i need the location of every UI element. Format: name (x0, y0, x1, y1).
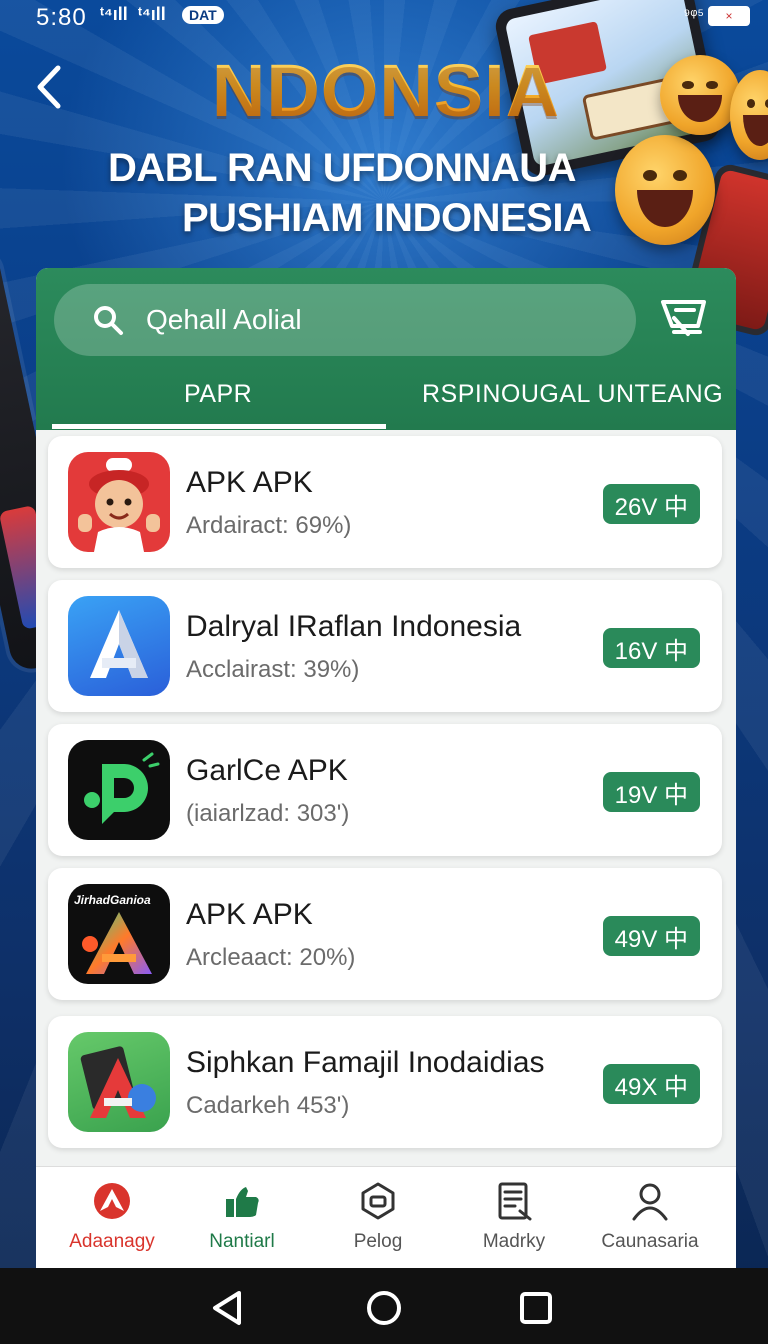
chevron-left-icon (37, 65, 61, 109)
tab-papr[interactable]: PAPR (184, 380, 252, 409)
signal-icon: ᵗ⁴ıll (100, 4, 128, 24)
app-price-button[interactable]: 49X 中 (602, 1064, 700, 1104)
status-right-text: ⁹ᵠ⁵ (683, 7, 704, 24)
search-input[interactable] (146, 304, 526, 336)
hand-icon (226, 1187, 259, 1217)
nav-item-nantiarl[interactable]: Nantiarl (172, 1167, 312, 1269)
laughing-emoji-icon (660, 55, 740, 135)
app-meta: Acclairast: 39%) (186, 656, 360, 683)
laughing-emoji-icon (615, 135, 715, 245)
green-letter-d-app-icon (68, 740, 170, 840)
system-recents-button[interactable] (516, 1288, 556, 1328)
app-name: Siphkan Famajil Inodaidias (186, 1046, 545, 1079)
triangle-back-icon (213, 1291, 241, 1325)
gradient-letter-a-app-icon: JirhadGanioa (68, 884, 170, 984)
document-icon (498, 1182, 532, 1221)
tab-bar: PAPR RSPINOUGAL UNTEANG (36, 368, 736, 430)
search-bar[interactable] (54, 284, 636, 356)
app-list-item[interactable]: Dalryal IRaflan Indonesia Acclairast: 39… (48, 580, 722, 712)
app-list-item[interactable]: JirhadGanioa APK APK Arcleaact: 20%) 49V… (48, 868, 722, 1000)
square-recents-icon (520, 1292, 552, 1324)
status-time: 5:80 (36, 4, 87, 31)
hero-title: NDONSIA (196, 48, 576, 133)
back-button[interactable] (30, 62, 70, 112)
signal-icon: ᵗ⁴ıll (138, 4, 166, 24)
app-list-item[interactable]: Siphkan Famajil Inodaidias Cadarkeh 453'… (48, 1016, 722, 1148)
app-price-button[interactable]: 26V 中 (602, 484, 700, 524)
app-name: Dalryal IRaflan Indonesia (186, 610, 522, 643)
system-back-button[interactable] (207, 1288, 247, 1328)
app-logo-icon (94, 1183, 130, 1219)
status-right: ⁹ᵠ⁵ × (683, 6, 750, 26)
tab-rspinougal-unteang[interactable]: RSPINOUGAL UNTEANG (422, 380, 723, 409)
app-meta: Ardairact: 69%) (186, 512, 352, 539)
active-tab-indicator (52, 424, 386, 429)
nav-item-madrky[interactable]: Madrky (444, 1167, 584, 1269)
app-name: APK APK (186, 898, 313, 931)
nav-label: Adaanagy (69, 1231, 155, 1252)
app-price-button[interactable]: 19V 中 (602, 772, 700, 812)
app-meta: Arcleaact: 20%) (186, 944, 356, 971)
nav-label: Pelog (353, 1231, 403, 1252)
nav-item-caunasaria[interactable]: Caunasaria (580, 1167, 720, 1269)
app-price-button[interactable]: 49V 中 (602, 916, 700, 956)
hero-subtitle: PUSHIAM INDONESIA (182, 196, 592, 240)
hero-subtitle: DABL RAN UFDONNAUA (108, 146, 577, 190)
data-badge: DAT (182, 6, 224, 24)
search-icon (94, 306, 123, 335)
app-list-item[interactable]: GarlCe APK (iaiarlzad: 303') 19V 中 (48, 724, 722, 856)
system-navigation-bar (0, 1268, 768, 1344)
app-price-button[interactable]: 16V 中 (602, 628, 700, 668)
status-bar: 5:80 ᵗ⁴ıll ᵗ⁴ıll DAT ⁹ᵠ⁵ × (0, 0, 768, 36)
green-letter-a-app-icon (68, 1032, 170, 1132)
app-icon-text: JirhadGanioa (74, 893, 151, 907)
app-list-item[interactable]: APK APK Ardairact: 69%) 26V 中 (48, 436, 722, 568)
nav-item-adaanagy[interactable]: Adaanagy (42, 1167, 182, 1269)
app-name: APK APK (186, 466, 313, 499)
app-name: GarlCe APK (186, 754, 348, 787)
system-home-button[interactable] (364, 1288, 404, 1328)
app-meta: (iaiarlzad: 303') (186, 800, 350, 827)
panel-header: PAPR RSPINOUGAL UNTEANG (36, 268, 736, 430)
box-icon (361, 1182, 395, 1220)
blue-letter-a-app-icon (68, 596, 170, 696)
app-meta: Cadarkeh 453') (186, 1092, 350, 1119)
circle-home-icon (367, 1291, 401, 1325)
bottom-navigation: Adaanagy Nantiarl Pelog Madrky Caunasari… (36, 1166, 736, 1268)
nav-label: Caunasaria (601, 1231, 699, 1252)
profile-icon (632, 1183, 668, 1221)
nav-label: Nantiarl (209, 1231, 275, 1252)
cart-icon (661, 300, 706, 336)
nav-item-pelog[interactable]: Pelog (308, 1167, 448, 1269)
app-list-panel: PAPR RSPINOUGAL UNTEANG APK (36, 268, 736, 1268)
cart-button[interactable] (660, 296, 708, 340)
battery-icon: × (708, 6, 750, 26)
nav-label: Madrky (482, 1231, 546, 1252)
red-mascot-app-icon (68, 452, 170, 552)
